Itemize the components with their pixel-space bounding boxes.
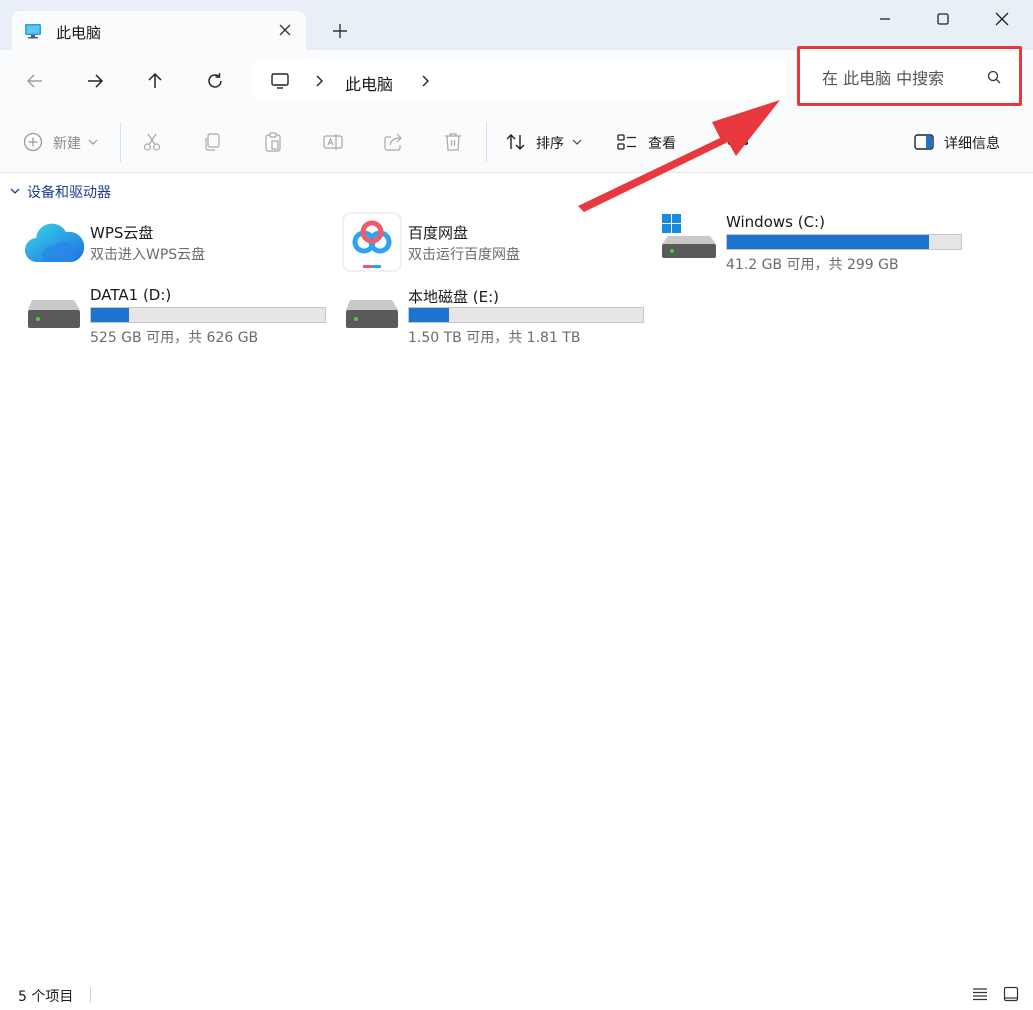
disk-usage-bar — [726, 234, 962, 250]
disk-usage-bar — [408, 307, 644, 323]
baidu-netdisk-icon — [342, 212, 402, 272]
item-description: 41.2 GB 可用，共 299 GB — [726, 257, 899, 273]
toolbar-divider — [120, 122, 121, 162]
computer-icon — [271, 73, 289, 89]
section-title[interactable]: 设备和驱动器 — [27, 182, 111, 202]
back-arrow-icon[interactable] — [24, 70, 46, 92]
item-name: 百度网盘 — [408, 224, 469, 242]
file-explorer-window: 此电脑 此电脑 在 此电脑 中搜索 新建 排序 查看 详细信息 设备和驱动器 W… — [0, 0, 1033, 1010]
item-name: WPS云盘 — [90, 224, 154, 242]
hard-drive-icon — [28, 300, 80, 328]
monitor-icon — [25, 24, 41, 39]
search-icon[interactable] — [986, 69, 1002, 85]
disk-usage-bar — [90, 307, 326, 323]
details-view-icon[interactable] — [972, 986, 988, 1002]
add-circle-icon[interactable] — [22, 131, 44, 153]
chevron-right-icon[interactable] — [419, 74, 431, 88]
item-description: 525 GB 可用，共 626 GB — [90, 330, 259, 346]
new-button[interactable]: 新建 — [53, 133, 81, 153]
item-description: 双击运行百度网盘 — [408, 247, 520, 263]
refresh-icon[interactable] — [204, 70, 226, 92]
breadcrumb-this-pc[interactable]: 此电脑 — [345, 71, 393, 95]
sort-icon[interactable] — [505, 131, 527, 153]
search-input[interactable] — [822, 67, 972, 89]
details-pane-icon[interactable] — [913, 131, 935, 153]
tiles-view-icon[interactable] — [1003, 986, 1019, 1002]
paste-icon[interactable] — [262, 131, 284, 153]
item-description: 双击进入WPS云盘 — [90, 247, 206, 263]
list-item-wps-cloud[interactable]: WPS云盘 双击进入WPS云盘 — [20, 212, 320, 274]
minimize-icon[interactable] — [874, 8, 896, 30]
chevron-right-icon[interactable] — [313, 74, 325, 88]
tab-this-pc[interactable]: 此电脑 — [12, 11, 306, 50]
share-icon[interactable] — [382, 131, 404, 153]
list-item-baidu-netdisk[interactable]: 百度网盘 双击运行百度网盘 — [338, 212, 638, 274]
disk-usage-fill — [91, 308, 129, 322]
disk-usage-fill — [409, 308, 449, 322]
command-bar: 新建 排序 查看 详细信息 — [0, 112, 1033, 173]
maximize-icon[interactable] — [932, 8, 954, 30]
annotation-arrow-icon — [578, 100, 780, 212]
chevron-down-icon[interactable] — [9, 186, 21, 196]
cut-icon[interactable] — [141, 131, 163, 153]
chevron-down-icon[interactable] — [88, 138, 98, 146]
close-icon[interactable] — [276, 21, 294, 39]
search-box[interactable] — [797, 46, 1022, 106]
list-item-drive-d[interactable]: DATA1 (D:) 525 GB 可用，共 626 GB — [20, 284, 340, 350]
item-description: 1.50 TB 可用，共 1.81 TB — [408, 330, 581, 346]
title-bar: 此电脑 — [0, 0, 1033, 50]
window-close-icon[interactable] — [991, 8, 1013, 30]
navigation-bar: 此电脑 — [0, 46, 1033, 112]
add-icon[interactable] — [330, 21, 350, 41]
cloud-icon — [25, 223, 84, 263]
status-bar: 5 个项目 — [0, 980, 1033, 1010]
forward-arrow-icon[interactable] — [84, 70, 106, 92]
details-button[interactable]: 详细信息 — [944, 133, 1000, 153]
toolbar-divider — [486, 122, 487, 162]
delete-icon[interactable] — [442, 131, 464, 153]
item-name: DATA1 (D:) — [90, 286, 172, 304]
disk-usage-fill — [727, 235, 929, 249]
hard-drive-icon — [346, 300, 398, 328]
copy-icon[interactable] — [201, 131, 223, 153]
rename-icon[interactable] — [322, 131, 344, 153]
tab-title: 此电脑 — [56, 24, 102, 42]
list-item-drive-e[interactable]: 本地磁盘 (E:) 1.50 TB 可用，共 1.81 TB — [338, 284, 658, 350]
up-arrow-icon[interactable] — [144, 70, 166, 92]
status-divider — [90, 987, 91, 1003]
item-count: 5 个项目 — [18, 989, 74, 1005]
item-name: 本地磁盘 (E:) — [408, 288, 500, 306]
